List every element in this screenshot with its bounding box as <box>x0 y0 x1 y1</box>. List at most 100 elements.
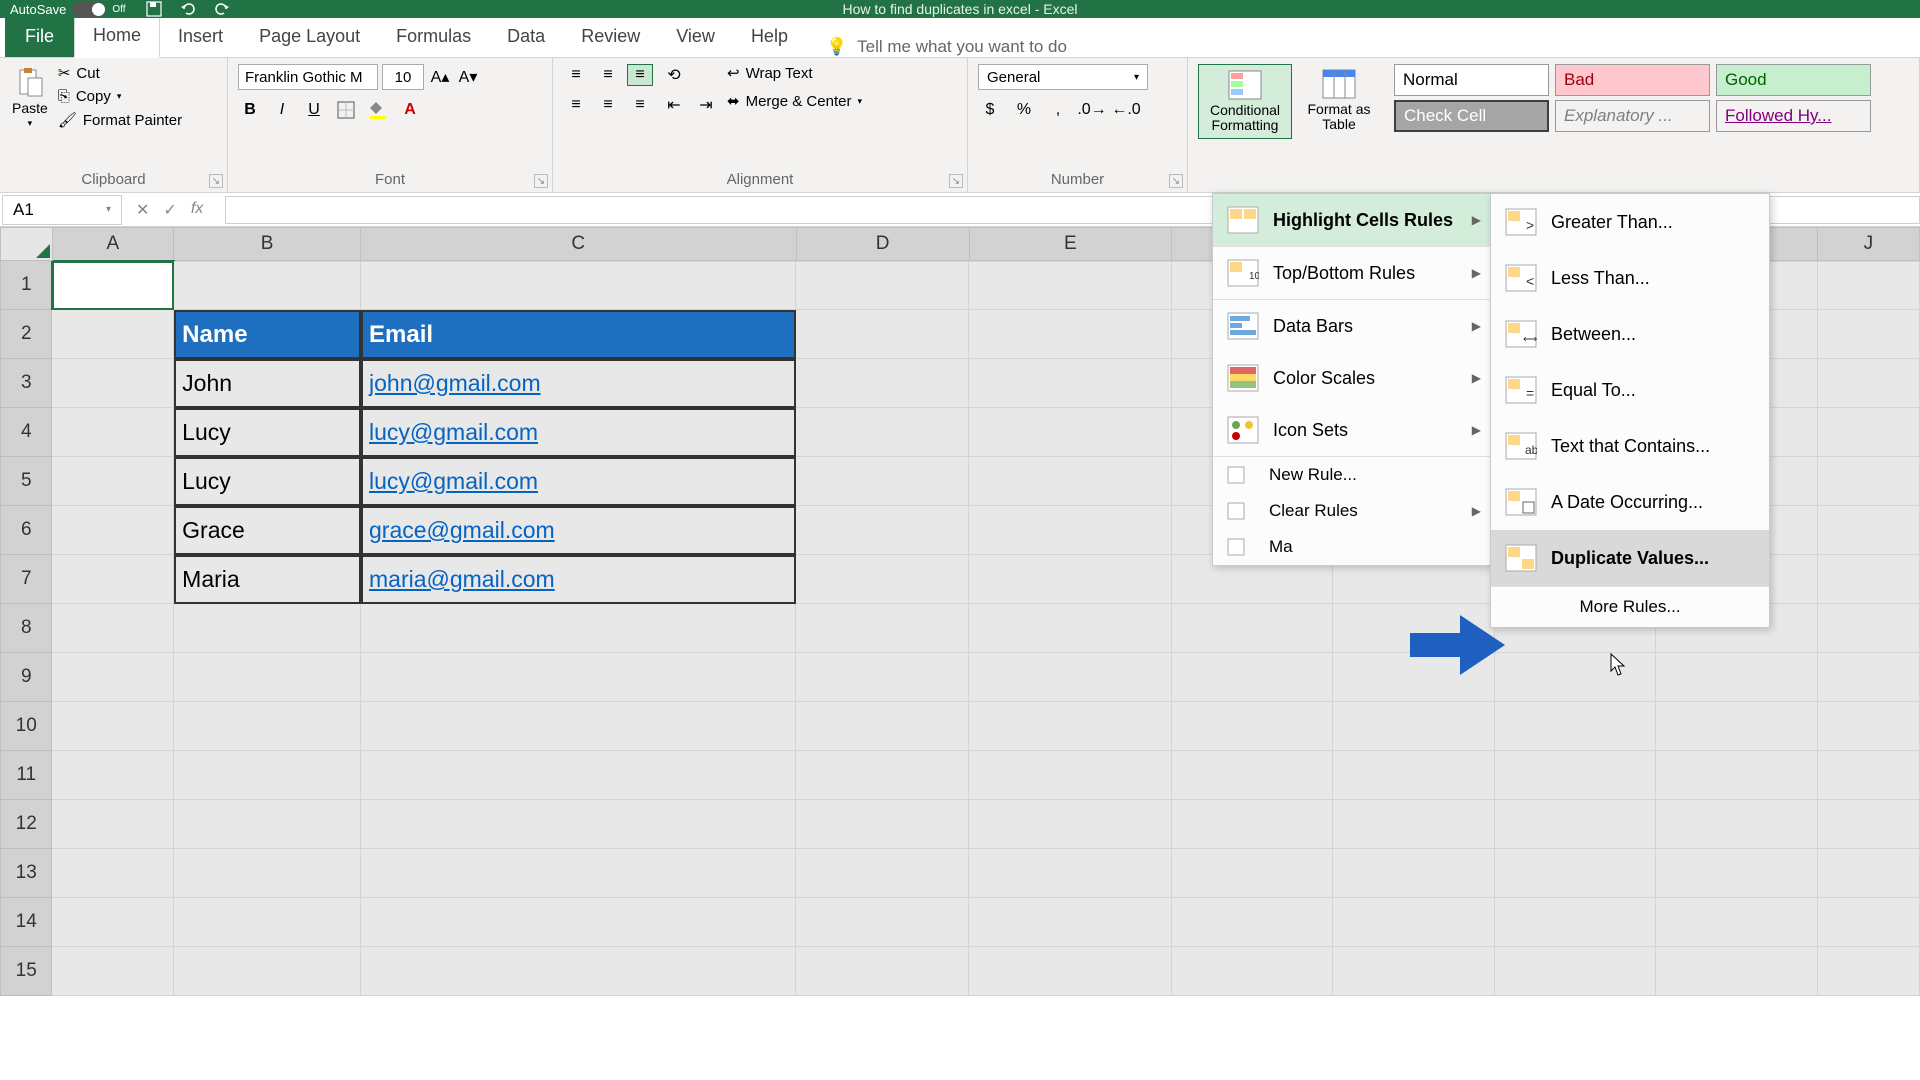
cell-F10[interactable] <box>1172 702 1334 751</box>
cell-A3[interactable] <box>52 359 174 408</box>
cell-J1[interactable] <box>1818 261 1920 310</box>
cell-J2[interactable] <box>1818 310 1920 359</box>
cell-A7[interactable] <box>52 555 174 604</box>
cell-H9[interactable] <box>1495 653 1657 702</box>
cell-B8[interactable] <box>174 604 361 653</box>
select-all-corner[interactable] <box>0 227 53 261</box>
cell-C14[interactable] <box>361 898 796 947</box>
autosave-toggle[interactable]: AutoSave Off <box>10 2 126 17</box>
cell-J6[interactable] <box>1818 506 1920 555</box>
row-header-10[interactable]: 10 <box>0 702 52 751</box>
cell-C2[interactable]: Email <box>361 310 796 359</box>
font-color-button[interactable]: A <box>398 98 422 122</box>
cell-A8[interactable] <box>52 604 174 653</box>
text-contains-item[interactable]: ab Text that Contains... <box>1491 418 1769 474</box>
decrease-decimal-button[interactable]: ←.0 <box>1114 98 1138 122</box>
increase-font-icon[interactable]: A▴ <box>428 65 452 89</box>
cell-D14[interactable] <box>796 898 969 947</box>
align-middle-button[interactable]: ≡ <box>595 64 621 86</box>
row-header-4[interactable]: 4 <box>0 408 52 457</box>
review-tab[interactable]: Review <box>563 16 658 57</box>
decrease-indent-button[interactable]: ⇤ <box>661 94 687 116</box>
help-tab[interactable]: Help <box>733 16 806 57</box>
duplicate-values-item[interactable]: Duplicate Values... <box>1491 530 1769 586</box>
style-good[interactable]: Good <box>1716 64 1871 96</box>
fill-color-button[interactable] <box>366 98 390 122</box>
style-normal[interactable]: Normal <box>1394 64 1549 96</box>
orientation-button[interactable]: ⟲ <box>661 64 687 86</box>
row-header-3[interactable]: 3 <box>0 359 52 408</box>
cell-D7[interactable] <box>796 555 969 604</box>
row-header-14[interactable]: 14 <box>0 898 52 947</box>
cell-J8[interactable] <box>1818 604 1920 653</box>
cell-A6[interactable] <box>52 506 174 555</box>
redo-icon[interactable] <box>214 1 230 17</box>
cell-B13[interactable] <box>174 849 361 898</box>
cell-D1[interactable] <box>796 261 969 310</box>
percent-button[interactable]: % <box>1012 98 1036 122</box>
cell-F8[interactable] <box>1172 604 1334 653</box>
cell-C12[interactable] <box>361 800 796 849</box>
formulas-tab[interactable]: Formulas <box>378 16 489 57</box>
cell-C7[interactable]: maria@gmail.com <box>361 555 796 604</box>
cell-E12[interactable] <box>969 800 1171 849</box>
cell-B10[interactable] <box>174 702 361 751</box>
top-bottom-rules-item[interactable]: 10 Top/Bottom Rules ▶ <box>1213 247 1491 300</box>
save-icon[interactable] <box>146 1 162 17</box>
cell-B6[interactable]: Grace <box>174 506 361 555</box>
email-link[interactable]: grace@gmail.com <box>369 517 555 544</box>
style-followed-hyperlink[interactable]: Followed Hy... <box>1716 100 1871 132</box>
cell-H11[interactable] <box>1495 751 1657 800</box>
cell-C9[interactable] <box>361 653 796 702</box>
cell-A11[interactable] <box>52 751 174 800</box>
cell-I13[interactable] <box>1656 849 1818 898</box>
cell-B5[interactable]: Lucy <box>174 457 361 506</box>
col-header-A[interactable]: A <box>53 227 175 261</box>
row-header-8[interactable]: 8 <box>0 604 52 653</box>
paste-button[interactable]: Paste ▾ <box>10 64 50 131</box>
cell-B14[interactable] <box>174 898 361 947</box>
row-header-6[interactable]: 6 <box>0 506 52 555</box>
insert-tab[interactable]: Insert <box>160 16 241 57</box>
cell-G10[interactable] <box>1333 702 1495 751</box>
data-tab[interactable]: Data <box>489 16 563 57</box>
cell-F12[interactable] <box>1172 800 1334 849</box>
cell-H10[interactable] <box>1495 702 1657 751</box>
comma-button[interactable]: , <box>1046 98 1070 122</box>
cell-J7[interactable] <box>1818 555 1920 604</box>
cell-A15[interactable] <box>52 947 174 996</box>
cell-D2[interactable] <box>796 310 969 359</box>
view-tab[interactable]: View <box>658 16 733 57</box>
cell-C15[interactable] <box>361 947 796 996</box>
cell-F13[interactable] <box>1172 849 1334 898</box>
col-header-E[interactable]: E <box>970 227 1172 261</box>
manage-rules-item[interactable]: Ma <box>1213 529 1491 565</box>
cell-F9[interactable] <box>1172 653 1334 702</box>
cell-E13[interactable] <box>969 849 1171 898</box>
conditional-formatting-button[interactable]: Conditional Formatting <box>1198 64 1292 139</box>
undo-icon[interactable] <box>180 1 196 17</box>
cell-A14[interactable] <box>52 898 174 947</box>
underline-button[interactable]: U <box>302 98 326 122</box>
align-bottom-button[interactable]: ≡ <box>627 64 653 86</box>
cell-I12[interactable] <box>1656 800 1818 849</box>
cell-C10[interactable] <box>361 702 796 751</box>
enter-icon[interactable]: ✓ <box>163 200 176 220</box>
cell-G13[interactable] <box>1333 849 1495 898</box>
cell-E1[interactable] <box>969 261 1171 310</box>
align-right-button[interactable]: ≡ <box>627 94 653 116</box>
cell-F11[interactable] <box>1172 751 1334 800</box>
cell-E11[interactable] <box>969 751 1171 800</box>
cell-A13[interactable] <box>52 849 174 898</box>
row-header-12[interactable]: 12 <box>0 800 52 849</box>
cell-D13[interactable] <box>796 849 969 898</box>
cell-D10[interactable] <box>796 702 969 751</box>
cell-E8[interactable] <box>969 604 1171 653</box>
cell-A5[interactable] <box>52 457 174 506</box>
format-painter-button[interactable]: 🖌Format Painter <box>58 111 182 129</box>
cell-B4[interactable]: Lucy <box>174 408 361 457</box>
cell-C4[interactable]: lucy@gmail.com <box>361 408 796 457</box>
style-explanatory[interactable]: Explanatory ... <box>1555 100 1710 132</box>
cell-B11[interactable] <box>174 751 361 800</box>
merge-center-button[interactable]: ⬌Merge & Center▾ <box>727 92 862 110</box>
